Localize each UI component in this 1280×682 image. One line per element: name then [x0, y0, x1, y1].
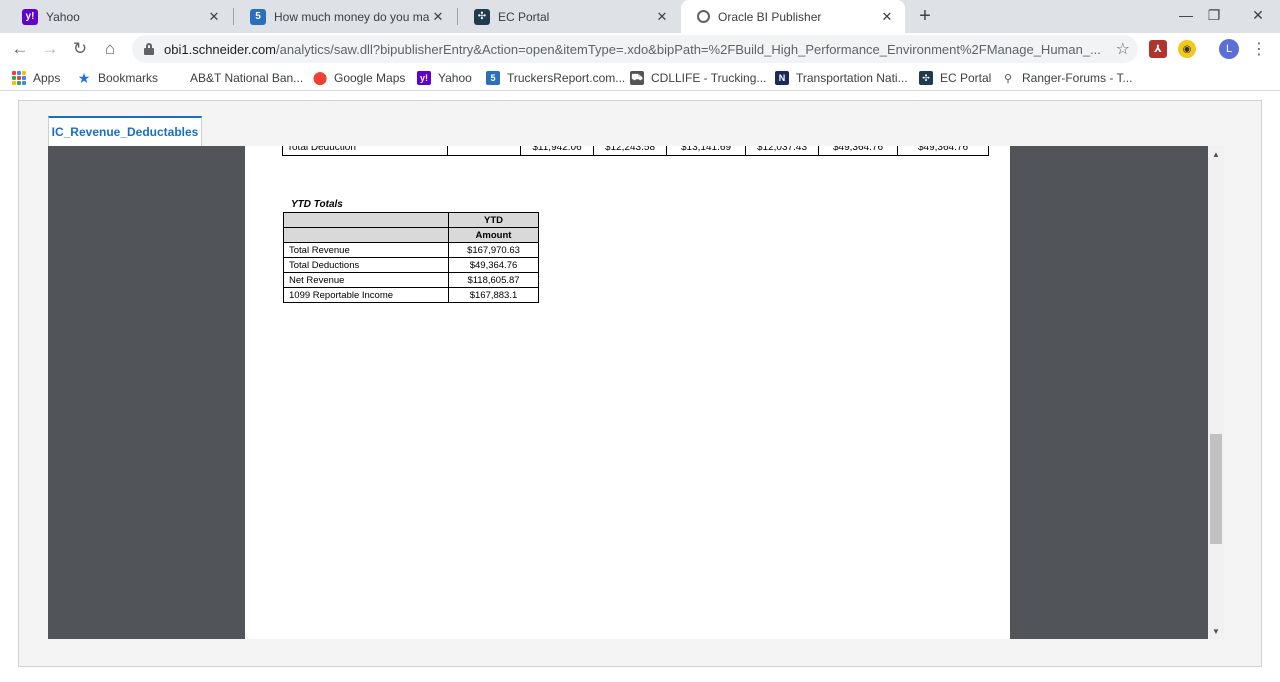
cell: $12,243.58: [594, 146, 667, 155]
bookmark-ec-portal[interactable]: ✣ EC Portal: [919, 70, 991, 86]
report-viewer: Total Deduction $11,942.06 $12,243.58 $1…: [48, 146, 1208, 639]
table-row: Total Revenue $167,970.63: [283, 242, 539, 258]
scroll-up-icon[interactable]: ▲: [1208, 146, 1224, 162]
cell: [448, 146, 521, 155]
browser-toolbar: ← → ↻ ⌂ obi1.schneider.com/analytics/saw…: [0, 33, 1280, 65]
close-icon[interactable]: ✕: [879, 9, 895, 25]
cell: $13,141.69: [667, 146, 746, 155]
bookmark-ranger-forums[interactable]: ⚲ Ranger-Forums - T...: [1001, 70, 1133, 86]
yahoo-icon: y!: [417, 71, 431, 85]
row-amount: $167,883.1: [448, 287, 539, 303]
header-cell: [283, 227, 449, 243]
bookmark-google-maps[interactable]: ⬤ Google Maps: [312, 70, 406, 86]
bookmark-apps[interactable]: Apps: [12, 70, 60, 86]
ranger-icon: ⚲: [1003, 72, 1013, 85]
ec-portal-icon: ✣: [919, 71, 933, 85]
row-amount: $49,364.76: [448, 257, 539, 273]
tab-title: Yahoo: [46, 9, 80, 24]
cell: $49,364.76: [819, 146, 898, 155]
tab-how-much-money[interactable]: 5 How much money do you make? ✕: [234, 0, 456, 33]
tab-oracle-bi-publisher[interactable]: Oracle BI Publisher ✕: [681, 0, 905, 33]
tab-ec-portal[interactable]: ✣ EC Portal ✕: [458, 0, 680, 33]
yahoo-icon: y!: [22, 8, 38, 25]
new-tab-button[interactable]: +: [914, 5, 936, 27]
row-label: Total Revenue: [283, 242, 449, 258]
browser-tab-strip: y! Yahoo ✕ 5 How much money do you make?…: [0, 0, 1280, 33]
truckersreport-icon: 5: [250, 8, 266, 25]
cell: $12,037.43: [746, 146, 819, 155]
back-button[interactable]: ←: [8, 37, 32, 61]
address-bar[interactable]: obi1.schneider.com/analytics/saw.dll?bip…: [132, 35, 1138, 63]
bookmark-star-icon[interactable]: ☆: [1116, 39, 1130, 59]
vertical-scrollbar[interactable]: ▲ ▼: [1208, 146, 1224, 639]
report-page: Total Deduction $11,942.06 $12,243.58 $1…: [245, 146, 1010, 639]
tab-title: Oracle BI Publisher: [718, 9, 822, 24]
header-cell: Amount: [448, 227, 539, 243]
row-amount: $167,970.63: [448, 242, 539, 258]
lock-icon: [144, 43, 154, 55]
row-label: Total Deductions: [283, 257, 449, 273]
ytd-totals-table: YTD Amount Total Revenue $167,970.63 Tot…: [283, 212, 539, 303]
total-deduction-row: Total Deduction $11,942.06 $12,243.58 $1…: [282, 146, 989, 156]
row-label: Total Deduction: [283, 146, 448, 155]
ytd-totals-title: YTD Totals: [291, 199, 343, 210]
more-menu-icon[interactable]: ⋮: [1251, 39, 1267, 59]
table-row: Net Revenue $118,605.87: [283, 272, 539, 288]
ec-portal-icon: ✣: [474, 8, 490, 25]
tab-title: How much money do you make?: [274, 9, 430, 24]
search-extension-icon[interactable]: ◉: [1178, 40, 1196, 58]
header-cell: YTD: [448, 212, 539, 228]
bookmark-cdllife[interactable]: ⛟ CDLLIFE - Trucking...: [630, 70, 766, 86]
close-icon[interactable]: ✕: [206, 9, 222, 25]
tn-icon: N: [775, 71, 789, 85]
header-cell: [283, 212, 449, 228]
globe-icon: [697, 10, 710, 23]
table-row: 1099 Reportable Income $167,883.1: [283, 287, 539, 303]
table-header-row: YTD: [283, 212, 539, 228]
bookmark-truckersreport[interactable]: 5 TruckersReport.com...: [486, 70, 625, 86]
scroll-down-icon[interactable]: ▼: [1208, 623, 1224, 639]
truck-icon: ⛟: [630, 71, 644, 85]
tab-title: EC Portal: [498, 9, 550, 24]
avatar[interactable]: L: [1219, 39, 1239, 59]
bookmark-bookmarks[interactable]: ★ Bookmarks: [77, 70, 158, 86]
page-content: IC_Revenue_Deductables Total Deduction $…: [0, 92, 1280, 682]
url-text: obi1.schneider.com/analytics/saw.dll?bip…: [164, 41, 1101, 57]
tab-ic-revenue-deductables[interactable]: IC_Revenue_Deductables: [48, 116, 202, 146]
row-label: Net Revenue: [283, 272, 449, 288]
maximize-button[interactable]: ❐: [1192, 0, 1236, 30]
star-icon: ★: [77, 69, 91, 86]
home-button[interactable]: ⌂: [98, 37, 122, 61]
tab-yahoo[interactable]: y! Yahoo ✕: [6, 0, 232, 33]
close-icon[interactable]: ✕: [430, 9, 446, 25]
bookmark-yahoo[interactable]: y! Yahoo: [417, 70, 472, 86]
map-pin-icon: ⬤: [312, 70, 328, 85]
pdf-extension-icon[interactable]: ⅄: [1149, 40, 1167, 58]
bookmarks-bar: Apps ★ Bookmarks AB&T National Ban... ⬤ …: [0, 65, 1280, 91]
apps-grid-icon: [12, 71, 26, 85]
reload-button[interactable]: ↻: [68, 37, 92, 61]
bookmark-abt-national[interactable]: AB&T National Ban...: [190, 70, 303, 86]
table-row: Total Deductions $49,364.76: [283, 257, 539, 273]
cell: $11,942.06: [521, 146, 594, 155]
table-header-row: Amount: [283, 227, 539, 243]
cell: $49,364.76: [917, 146, 969, 153]
scroll-thumb[interactable]: [1210, 434, 1222, 544]
close-window-button[interactable]: ✕: [1236, 0, 1280, 30]
forward-button[interactable]: →: [38, 37, 62, 61]
row-amount: $118,605.87: [448, 272, 539, 288]
truckersreport-icon: 5: [486, 71, 500, 85]
row-label: 1099 Reportable Income: [283, 287, 449, 303]
close-icon[interactable]: ✕: [654, 9, 670, 25]
bookmark-transportation-nation[interactable]: N Transportation Nati...: [775, 70, 908, 86]
